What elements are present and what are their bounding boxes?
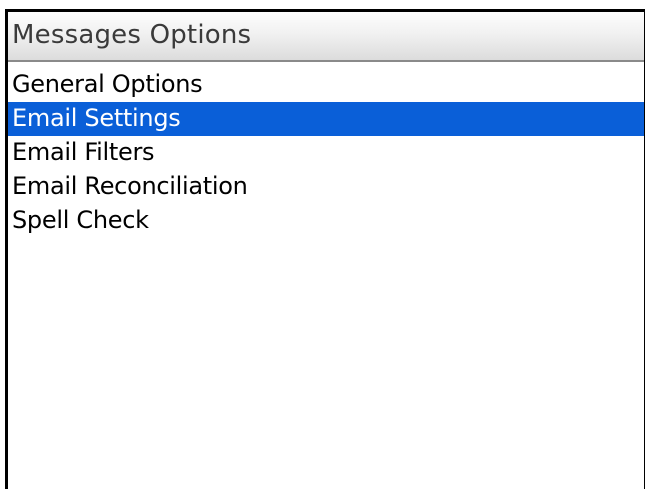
- menu-item-label: Email Reconciliation: [12, 172, 248, 200]
- menu-item-general-options[interactable]: General Options: [8, 68, 644, 102]
- menu-item-label: Spell Check: [12, 206, 149, 234]
- menu-item-email-filters[interactable]: Email Filters: [8, 136, 644, 170]
- menu-item-email-settings[interactable]: Email Settings: [8, 102, 644, 136]
- menu-item-label: Email Settings: [12, 104, 181, 132]
- menu-item-spell-check[interactable]: Spell Check: [8, 204, 644, 238]
- menu-item-label: Email Filters: [12, 138, 155, 166]
- screen-title: Messages Options: [12, 20, 252, 50]
- menu-item-email-reconciliation[interactable]: Email Reconciliation: [8, 170, 644, 204]
- options-menu-list: General Options Email Settings Email Fil…: [8, 68, 644, 238]
- device-screen: Messages Options General Options Email S…: [5, 9, 645, 489]
- menu-item-label: General Options: [12, 70, 203, 98]
- title-bar: Messages Options: [8, 12, 644, 62]
